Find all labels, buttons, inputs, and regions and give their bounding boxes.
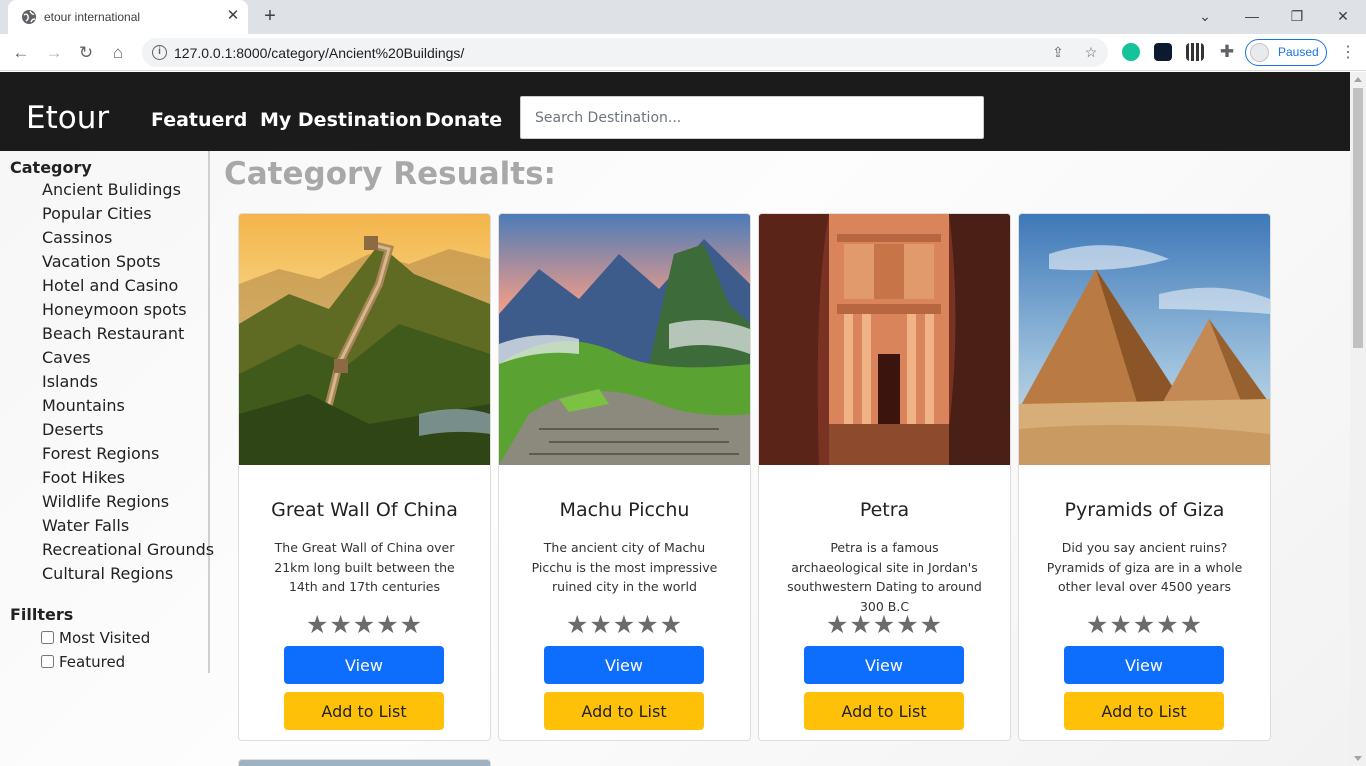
rating-stars[interactable]: ★★★★★ (239, 610, 490, 639)
category-item[interactable]: Honeymoon spots (42, 300, 187, 319)
share-icon[interactable]: ⇪ (1049, 43, 1067, 61)
browser-menu-icon[interactable]: ⋮ (1340, 42, 1356, 64)
nav-link-donate[interactable]: Donate (425, 109, 502, 131)
rating-stars[interactable]: ★★★★★ (759, 610, 1010, 639)
destination-card: Machu Picchu The ancient city of Machu P… (498, 213, 751, 741)
reload-icon[interactable]: ↻ (75, 42, 97, 64)
address-bar[interactable]: i 127.0.0.1:8000/category/Ancient%20Buil… (142, 38, 1108, 67)
minimize-icon[interactable]: — (1240, 6, 1264, 26)
category-item[interactable]: Vacation Spots (42, 252, 161, 271)
scrollbar-thumb[interactable] (1353, 88, 1363, 348)
url-text[interactable]: 127.0.0.1:8000/category/Ancient%20Buildi… (174, 45, 464, 61)
filter-featured[interactable]: Featured (41, 653, 125, 671)
view-button[interactable]: View (804, 646, 964, 684)
close-window-icon[interactable]: ✕ (1331, 6, 1355, 26)
card-title: Machu Picchu (559, 499, 690, 521)
add-to-list-button[interactable]: Add to List (544, 692, 704, 730)
globe-icon (22, 10, 36, 24)
card-description: Did you say ancient ruins? Pyramids of g… (1046, 540, 1243, 594)
great-wall-photo[interactable] (239, 214, 490, 465)
category-item[interactable]: Foot Hikes (42, 468, 125, 487)
site-brand[interactable]: Etour (26, 100, 109, 136)
category-item[interactable]: Popular Cities (42, 204, 152, 223)
scroll-up-arrow-icon[interactable] (1354, 77, 1362, 82)
card-title: Petra (859, 499, 910, 521)
filter-heading: Fillters (10, 605, 74, 624)
category-item[interactable]: Islands (42, 372, 98, 391)
petra-photo[interactable] (759, 214, 1010, 465)
nav-link-featured[interactable]: Featuerd (151, 109, 247, 131)
vpn-extension-icon[interactable] (1154, 43, 1172, 61)
destination-card: Petra Petra is a famous archaeological s… (758, 213, 1011, 741)
card-title: Great Wall Of China (271, 499, 458, 521)
page-scrollbar[interactable] (1350, 72, 1366, 766)
bookmark-star-icon[interactable]: ☆ (1082, 43, 1100, 61)
scroll-down-arrow-icon[interactable] (1354, 756, 1362, 761)
add-to-list-button[interactable]: Add to List (1064, 692, 1224, 730)
site-info-icon[interactable]: i (152, 45, 167, 60)
extensions-puzzle-icon[interactable]: ✚ (1216, 41, 1238, 63)
page-viewport: Etour Featuerd My Destination Donate Cat… (0, 72, 1350, 766)
view-button[interactable]: View (284, 646, 444, 684)
category-item[interactable]: Ancient Bulidings (42, 180, 181, 199)
browser-toolbar: ← → ↻ ⌂ i 127.0.0.1:8000/category/Ancien… (0, 34, 1366, 71)
close-tab-icon[interactable]: ✕ (224, 7, 242, 25)
category-item[interactable]: Caves (42, 348, 91, 367)
tab-search-chevron-icon[interactable]: ⌄ (1193, 6, 1217, 26)
home-icon[interactable]: ⌂ (107, 42, 129, 64)
site-header: Etour Featuerd My Destination Donate (0, 72, 1350, 151)
rating-stars[interactable]: ★★★★★ (1019, 610, 1270, 639)
restore-icon[interactable]: ❐ (1285, 6, 1309, 26)
filter-label: Featured (59, 653, 126, 671)
filter-most-visited[interactable]: Most Visited (41, 629, 150, 647)
filter-label: Most Visited (59, 629, 151, 647)
category-heading: Category (10, 158, 92, 177)
most-visited-checkbox[interactable] (41, 631, 54, 644)
tab-title: etour international (44, 10, 141, 24)
category-item[interactable]: Deserts (42, 420, 104, 439)
back-arrow-icon[interactable]: ← (10, 42, 32, 64)
browser-tab-strip: etour international ✕ + ⌄ — ❐ ✕ (0, 0, 1366, 34)
category-item[interactable]: Cassinos (42, 228, 112, 247)
browser-tab[interactable]: etour international ✕ (8, 0, 248, 34)
category-item[interactable]: Wildlife Regions (42, 492, 169, 511)
forward-arrow-icon[interactable]: → (43, 42, 65, 64)
destination-card-partial (238, 759, 491, 766)
profile-button[interactable]: Paused (1245, 39, 1327, 66)
nav-link-my-destination[interactable]: My Destination (260, 109, 422, 131)
card-description: Petra is a famous archaeological site in… (787, 540, 982, 614)
avatar (1250, 43, 1269, 62)
pyramids-photo[interactable] (1019, 214, 1270, 465)
card-description: The ancient city of Machu Picchu is the … (531, 540, 718, 594)
destination-photo-partial (239, 760, 490, 766)
rating-stars[interactable]: ★★★★★ (499, 610, 750, 639)
add-to-list-button[interactable]: Add to List (804, 692, 964, 730)
search-input[interactable] (520, 96, 984, 139)
view-button[interactable]: View (1064, 646, 1224, 684)
category-item[interactable]: Beach Restaurant (42, 324, 184, 343)
category-item[interactable]: Forest Regions (42, 444, 159, 463)
qr-code-extension-icon[interactable] (1186, 43, 1204, 61)
card-description: The Great Wall of China over 21km long b… (274, 540, 455, 594)
category-item[interactable]: Water Falls (42, 516, 129, 535)
profile-status: Paused (1278, 45, 1319, 59)
category-item[interactable]: Cultural Regions (42, 564, 173, 583)
category-item[interactable]: Recreational Grounds (42, 540, 214, 559)
featured-checkbox[interactable] (41, 655, 54, 668)
new-tab-icon[interactable]: + (259, 6, 281, 28)
destination-card: Great Wall Of China The Great Wall of Ch… (238, 213, 491, 741)
category-item[interactable]: Hotel and Casino (42, 276, 178, 295)
view-button[interactable]: View (544, 646, 704, 684)
category-item[interactable]: Mountains (42, 396, 125, 415)
add-to-list-button[interactable]: Add to List (284, 692, 444, 730)
destination-card: Pyramids of Giza Did you say ancient rui… (1018, 213, 1271, 741)
card-title: Pyramids of Giza (1064, 499, 1225, 521)
sidebar: Category Ancient Bulidings Popular Citie… (0, 151, 214, 673)
machu-picchu-photo[interactable] (499, 214, 750, 465)
page-title: Category Resualts: (224, 156, 556, 192)
grammarly-extension-icon[interactable] (1122, 43, 1140, 61)
